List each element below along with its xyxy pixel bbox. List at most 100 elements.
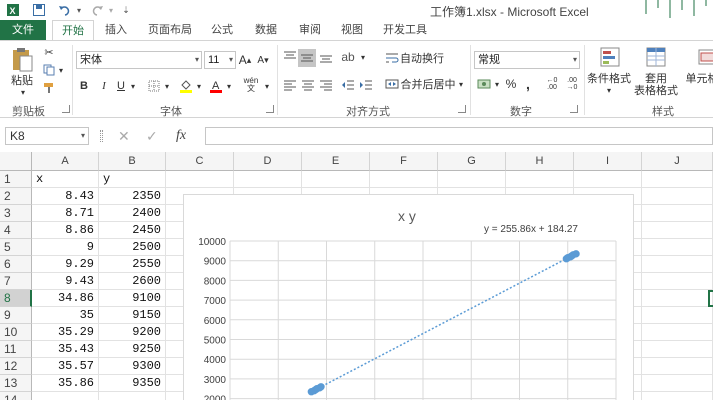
row-header[interactable]: 7 <box>0 273 32 290</box>
grid-cell[interactable] <box>234 171 302 188</box>
fill-color-dropdown-icon[interactable]: ▾ <box>194 77 204 95</box>
column-header-b[interactable]: B <box>99 152 166 171</box>
enter-icon[interactable]: ✓ <box>146 127 164 145</box>
grid-cell[interactable] <box>166 171 234 188</box>
header-cell-x[interactable]: x <box>32 171 99 188</box>
align-middle-icon[interactable] <box>298 49 316 67</box>
table-cell-y[interactable]: 9300 <box>99 358 166 375</box>
table-cell-y[interactable]: 9100 <box>99 290 166 307</box>
row-header[interactable]: 12 <box>0 358 32 375</box>
table-cell-x[interactable]: 9.43 <box>32 273 99 290</box>
grid-cell[interactable] <box>574 171 642 188</box>
grid-cell[interactable] <box>642 290 713 307</box>
paste-icon[interactable] <box>8 45 36 75</box>
table-cell-y[interactable]: 2550 <box>99 256 166 273</box>
table-cell-x[interactable]: 8.71 <box>32 205 99 222</box>
percent-button[interactable]: % <box>504 75 518 93</box>
formula-input[interactable] <box>205 127 713 145</box>
table-cell-x[interactable]: 9 <box>32 239 99 256</box>
wrap-text-icon[interactable] <box>384 49 400 67</box>
row-header[interactable]: 1 <box>0 171 32 188</box>
align-bottom-icon[interactable] <box>318 49 334 65</box>
table-cell-y[interactable]: 2450 <box>99 222 166 239</box>
table-cell-x[interactable]: 8.43 <box>32 188 99 205</box>
undo-icon[interactable] <box>56 2 74 18</box>
row-header[interactable]: 11 <box>0 341 32 358</box>
undo-dropdown-icon[interactable]: ▾ <box>74 2 84 18</box>
grid-cell[interactable] <box>642 273 713 290</box>
decrease-decimal-icon[interactable]: .00 →0 <box>564 75 580 93</box>
grid-cell[interactable] <box>642 307 713 324</box>
font-color-dropdown-icon[interactable]: ▾ <box>224 77 234 95</box>
underline-dropdown-icon[interactable]: ▾ <box>128 77 138 95</box>
tab-page-layout[interactable]: 页面布局 <box>140 20 200 40</box>
tab-data[interactable]: 数据 <box>248 20 284 40</box>
cut-icon[interactable]: ✂ <box>42 45 56 59</box>
row-header[interactable]: 5 <box>0 239 32 256</box>
grid-cell[interactable] <box>642 256 713 273</box>
format-as-table-icon[interactable] <box>644 45 668 69</box>
accounting-dropdown-icon[interactable]: ▾ <box>492 75 502 93</box>
grid-cell[interactable] <box>302 171 370 188</box>
header-cell-y[interactable]: y <box>99 171 166 188</box>
align-top-icon[interactable] <box>282 49 298 65</box>
merge-center-button[interactable]: 合并后居中 <box>400 75 456 93</box>
merge-dropdown-icon[interactable]: ▾ <box>456 75 466 93</box>
tab-file[interactable]: 文件 <box>0 20 46 40</box>
row-header[interactable]: 4 <box>0 222 32 239</box>
table-cell-x[interactable]: 35.29 <box>32 324 99 341</box>
row-header[interactable]: 2 <box>0 188 32 205</box>
column-header-f[interactable]: F <box>370 152 438 171</box>
tab-formulas[interactable]: 公式 <box>204 20 240 40</box>
cancel-icon[interactable]: ✕ <box>118 127 136 145</box>
grid-cell[interactable] <box>370 171 438 188</box>
align-center-icon[interactable] <box>300 77 316 93</box>
format-painter-icon[interactable] <box>42 81 56 95</box>
grid-cell[interactable] <box>99 392 166 400</box>
name-box[interactable]: K8 ▾ <box>5 127 89 145</box>
table-cell-y[interactable]: 9350 <box>99 375 166 392</box>
phonetic-button[interactable]: wén 文 <box>240 75 262 95</box>
column-header-e[interactable]: E <box>302 152 370 171</box>
conditional-format-button[interactable]: 条件格式 <box>586 71 632 85</box>
grid-cell[interactable] <box>642 222 713 239</box>
orientation-dropdown-icon[interactable]: ▾ <box>358 49 368 65</box>
grid-cell[interactable] <box>642 358 713 375</box>
copy-icon[interactable] <box>42 63 56 77</box>
fill-color-icon[interactable] <box>178 77 194 95</box>
table-cell-x[interactable]: 35.86 <box>32 375 99 392</box>
insert-function-button[interactable]: fx <box>176 127 198 145</box>
table-cell-y[interactable]: 2400 <box>99 205 166 222</box>
copy-dropdown-icon[interactable]: ▾ <box>56 63 66 77</box>
column-header-d[interactable]: D <box>234 152 302 171</box>
table-cell-x[interactable]: 35 <box>32 307 99 324</box>
grow-font-button[interactable]: A ▴ <box>238 51 252 69</box>
splitter-handle[interactable] <box>100 130 103 142</box>
wrap-text-button[interactable]: 自动换行 <box>400 49 444 67</box>
italic-button[interactable]: I <box>96 77 112 95</box>
name-box-dropdown-icon[interactable]: ▾ <box>81 128 85 144</box>
table-cell-x[interactable]: 8.86 <box>32 222 99 239</box>
table-cell-x[interactable]: 35.43 <box>32 341 99 358</box>
save-icon[interactable] <box>30 2 48 18</box>
tab-view[interactable]: 视图 <box>334 20 370 40</box>
font-color-icon[interactable]: A <box>208 77 224 95</box>
number-format-select[interactable]: 常规 ▾ <box>474 51 580 69</box>
row-header[interactable]: 14 <box>0 392 32 400</box>
table-cell-y[interactable]: 9200 <box>99 324 166 341</box>
row-header[interactable]: 3 <box>0 205 32 222</box>
table-cell-x[interactable]: 35.57 <box>32 358 99 375</box>
redo-dropdown-icon[interactable]: ▾ <box>106 2 116 18</box>
shrink-font-button[interactable]: A ▾ <box>256 51 270 69</box>
align-left-icon[interactable] <box>282 77 298 93</box>
font-name-select[interactable]: 宋体 ▾ <box>76 51 202 69</box>
grid-cell[interactable] <box>642 324 713 341</box>
grid-cell[interactable] <box>32 392 99 400</box>
table-cell-y[interactable]: 2500 <box>99 239 166 256</box>
grid-cell[interactable] <box>642 375 713 392</box>
grid-cell[interactable] <box>642 239 713 256</box>
grid-cell[interactable] <box>506 171 574 188</box>
row-header[interactable]: 8 <box>0 290 32 307</box>
row-header[interactable]: 6 <box>0 256 32 273</box>
phonetic-dropdown-icon[interactable]: ▾ <box>262 77 272 95</box>
